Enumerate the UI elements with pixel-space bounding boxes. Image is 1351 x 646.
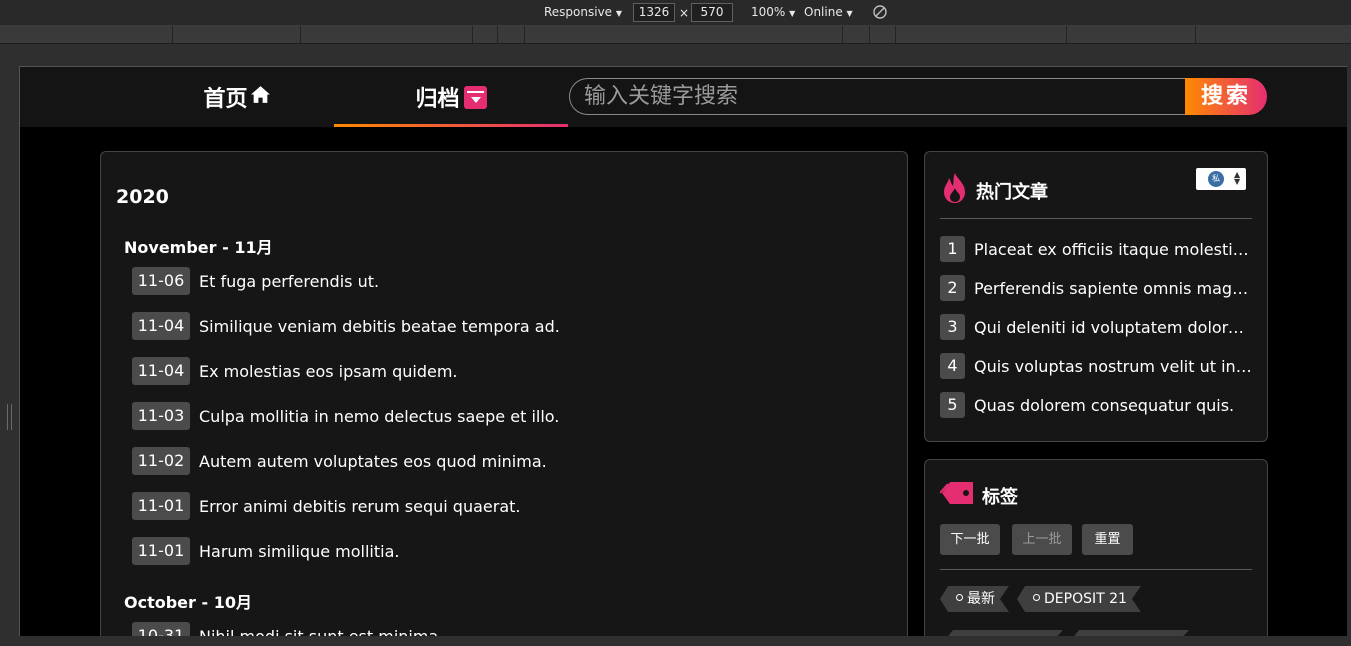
chevron-down-icon: ▼ — [615, 9, 623, 18]
rank-badge: 3 — [940, 314, 965, 340]
hot-posts-card: 热门文章 私 ▲ ▼ 1 Placeat ex officiis itaque mo… — [924, 151, 1268, 442]
tags-header: 标签 — [939, 478, 1018, 513]
rank-badge: 5 — [940, 392, 965, 418]
post-title[interactable]: Error animi debitis rerum sequi quaerat. — [199, 497, 521, 516]
tag-chip[interactable] — [945, 630, 1063, 636]
post-date: 11-04 — [132, 357, 190, 385]
archive-box-icon — [463, 85, 487, 109]
device-select[interactable]: Responsive ▼ — [544, 5, 622, 19]
zoom-select[interactable]: 100% ▼ — [751, 5, 795, 19]
archive-post-item[interactable]: 11-04 Similique veniam debitis beatae tem… — [132, 312, 560, 340]
top-nav: 首页 归档 输入关键字搜索 搜索 — [20, 67, 1347, 127]
hot-post-title[interactable]: Placeat ex officiis itaque molestiae... — [974, 240, 1252, 259]
active-tab-underline — [334, 124, 568, 127]
post-date: 11-06 — [132, 267, 190, 295]
devtools-left-bar — [0, 66, 19, 646]
hot-post-title[interactable]: Quis voluptas nostrum velit ut in d... — [974, 357, 1252, 376]
devtools-toolbar: Responsive ▼ 1326 × 570 100% ▼ Online ▼ — [0, 0, 1351, 26]
tag-chip[interactable]: 最新 — [940, 586, 1009, 612]
post-date: 11-04 — [132, 312, 190, 340]
nav-archive-label: 归档 — [415, 87, 460, 112]
rank-badge: 4 — [940, 353, 965, 379]
devtools-gutter — [0, 44, 1351, 66]
tags-title: 标签 — [982, 486, 1018, 508]
devtools-bottom-bar — [0, 636, 1351, 646]
hot-posts-header: 热门文章 — [940, 172, 1048, 209]
nav-archive-link[interactable]: 归档 — [334, 67, 568, 127]
rank-badge: 1 — [940, 236, 965, 262]
home-icon — [250, 84, 271, 111]
archive-card: 2020 November - 11月 11-06 Et fuga perfere… — [100, 151, 908, 636]
hot-post-item[interactable]: 5 Quas dolorem consequatur quis. — [940, 392, 1252, 418]
search-button[interactable]: 搜索 — [1185, 78, 1267, 115]
post-date: 10-31 — [132, 622, 190, 636]
reset-button[interactable]: 重置 — [1082, 524, 1133, 555]
post-date: 11-02 — [132, 447, 190, 475]
post-date: 11-03 — [132, 402, 190, 430]
post-date: 11-01 — [132, 492, 190, 520]
nav-home-link[interactable]: 首页 — [120, 67, 354, 127]
post-title[interactable]: Harum similique mollitia. — [199, 542, 399, 561]
tag-icon — [939, 478, 976, 513]
archive-post-item[interactable]: 11-04 Ex molestias eos ipsam quidem. — [132, 357, 458, 385]
device-label: Responsive — [544, 5, 613, 19]
ring-icon — [956, 594, 963, 601]
post-title[interactable]: Ex molestias eos ipsam quidem. — [199, 362, 458, 381]
tag-chip[interactable]: DEPOSIT 21 — [1017, 586, 1141, 612]
viewport-height-input[interactable]: 570 — [691, 3, 733, 22]
viewport-width-input[interactable]: 1326 — [633, 3, 675, 22]
tag-chip[interactable] — [1071, 630, 1189, 636]
archive-post-item[interactable]: 11-03 Culpa mollitia in nemo delectus sae… — [132, 402, 559, 430]
hot-post-item[interactable]: 3 Qui deleniti id voluptatem dolore... — [940, 314, 1252, 340]
hot-post-title[interactable]: Perferendis sapiente omnis magna... — [974, 279, 1252, 298]
hot-post-item[interactable]: 1 Placeat ex officiis itaque molestiae... — [940, 236, 1252, 262]
next-batch-button[interactable]: 下一批 — [940, 524, 1000, 555]
archive-month: October - 10月 — [124, 593, 252, 612]
post-title[interactable]: Nihil modi sit sunt est minima. — [199, 627, 443, 637]
divider — [940, 218, 1252, 219]
up-down-arrows-icon: ▲ ▼ — [1234, 170, 1241, 186]
zoom-label: 100% — [751, 5, 786, 19]
post-date: 11-01 — [132, 537, 190, 565]
hot-post-item[interactable]: 4 Quis voluptas nostrum velit ut in d... — [940, 353, 1252, 379]
hot-post-title[interactable]: Qui deleniti id voluptatem dolore... — [974, 318, 1252, 337]
hot-post-title[interactable]: Quas dolorem consequatur quis. — [974, 396, 1252, 415]
post-title[interactable]: Culpa mollitia in nemo delectus saepe et… — [199, 407, 559, 426]
divider — [940, 569, 1252, 570]
devtools-right-bar — [1347, 66, 1351, 646]
page-viewport: 首页 归档 输入关键字搜索 搜索 2020 November - 11月 11-… — [19, 66, 1347, 636]
network-label: Online — [804, 5, 843, 19]
search-input[interactable]: 输入关键字搜索 — [569, 78, 1185, 115]
hot-posts-select[interactable]: 私 ▲ ▼ — [1196, 168, 1246, 190]
media-query-ruler — [0, 26, 1351, 44]
post-title[interactable]: Autem autem voluptates eos quod minima. — [199, 452, 547, 471]
hot-posts-title: 热门文章 — [976, 181, 1048, 203]
tags-card: 标签 下一批 上一批 重置 最新 DEPOSIT 21 — [924, 459, 1268, 636]
post-title[interactable]: Similique veniam debitis beatae tempora … — [199, 317, 560, 336]
rotate-icon[interactable] — [872, 4, 888, 23]
flame-icon — [940, 172, 970, 209]
archive-year: 2020 — [116, 186, 169, 208]
rank-badge: 2 — [940, 275, 965, 301]
chevron-down-icon: ▼ — [846, 9, 853, 18]
archive-post-item[interactable]: 11-02 Autem autem voluptates eos quod min… — [132, 447, 547, 475]
tag-chip-label: 最新 — [967, 591, 995, 607]
archive-month: November - 11月 — [124, 238, 273, 257]
archive-post-item[interactable]: 10-31 Nihil modi sit sunt est minima. — [132, 622, 443, 636]
dimension-separator: × — [679, 6, 690, 20]
prev-batch-button[interactable]: 上一批 — [1012, 524, 1072, 555]
resize-handle[interactable] — [7, 404, 12, 430]
archive-post-item[interactable]: 11-01 Harum similique mollitia. — [132, 537, 399, 565]
nav-home-label: 首页 — [203, 87, 248, 112]
ring-icon — [1033, 594, 1040, 601]
chevron-down-icon: ▼ — [789, 9, 796, 18]
archive-post-item[interactable]: 11-01 Error animi debitis rerum sequi qua… — [132, 492, 521, 520]
post-title[interactable]: Et fuga perferendis ut. — [199, 272, 379, 291]
tag-chip-label: DEPOSIT 21 — [1044, 591, 1127, 607]
network-select[interactable]: Online ▼ — [804, 5, 853, 19]
archive-post-item[interactable]: 11-06 Et fuga perferendis ut. — [132, 267, 379, 295]
hot-post-item[interactable]: 2 Perferendis sapiente omnis magna... — [940, 275, 1252, 301]
select-badge: 私 — [1208, 171, 1224, 187]
